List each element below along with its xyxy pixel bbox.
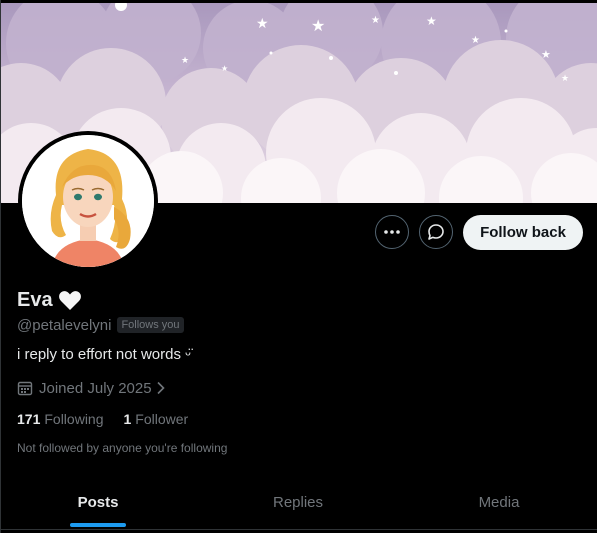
active-tab-indicator [70,523,126,527]
tab-replies[interactable]: Replies [195,476,401,529]
calendar-icon [17,380,33,396]
avatar-image [22,135,154,267]
more-horizontal-icon [384,230,400,234]
joined-date-row[interactable]: Joined July 2025 [17,378,166,398]
followers-link[interactable]: 1 Follower [124,411,189,427]
tab-label: Posts [77,494,119,511]
tab-label: Media [478,494,520,511]
follow-counts: 171 Following 1 Follower [17,409,188,429]
white-heart-icon [58,289,82,311]
svg-text:★: ★ [371,15,380,26]
follow-back-button[interactable]: Follow back [463,215,583,250]
message-button[interactable] [419,215,453,249]
following-link[interactable]: 171 Following [17,411,104,427]
svg-text:★: ★ [561,74,569,84]
chevron-right-icon [156,381,166,395]
username-handle: @petalevelyni [17,316,112,334]
avatar[interactable] [18,131,158,271]
display-name-row: Eva [17,287,82,313]
bio: i reply to effort not words ᵕ̈ [17,346,191,363]
tab-media[interactable]: Media [401,476,597,529]
svg-text:★: ★ [256,16,269,32]
follows-you-badge: Follows you [117,317,184,333]
tab-label: Replies [272,494,324,511]
svg-text:★: ★ [426,14,437,28]
svg-text:★: ★ [181,56,189,66]
followers-label: Follower [135,411,189,427]
following-count: 171 [17,411,41,427]
svg-text:★: ★ [311,16,325,35]
svg-text:★: ★ [471,35,480,46]
more-options-button[interactable] [375,215,409,249]
tab-posts[interactable]: Posts [1,476,195,529]
joined-date: Joined July 2025 [39,379,152,397]
handle-row: @petalevelyni Follows you [17,315,184,335]
svg-text:★: ★ [541,48,551,61]
profile-tabs: Posts Replies Media [1,476,597,530]
followers-count: 1 [123,411,132,427]
mutual-followers-note: Not followed by anyone you're following [17,441,228,455]
display-name: Eva [17,288,53,311]
svg-text:★: ★ [221,64,228,73]
following-label: Following [44,411,104,427]
profile-page: ★ ★ ★ ★ ★ ★ ★ ★ ★ Follow back Eva @petal… [0,0,597,533]
message-icon [428,224,444,240]
